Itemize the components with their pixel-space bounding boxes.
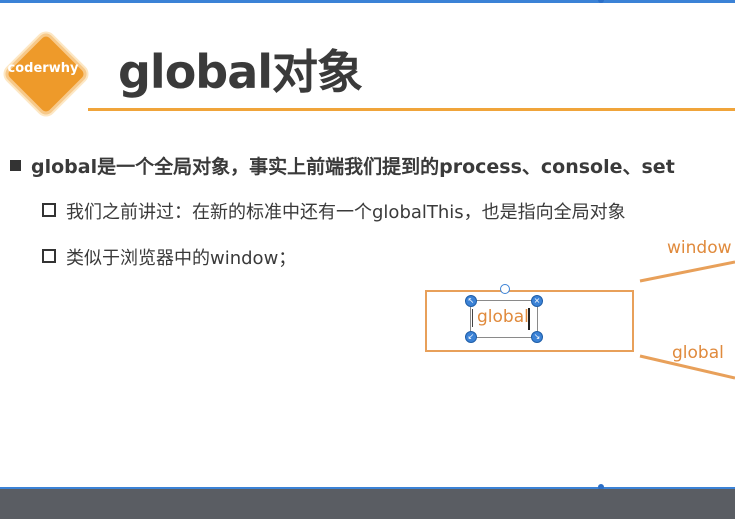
ibeam-cursor-icon: [472, 309, 473, 327]
resize-handle-top-left-icon[interactable]: ↖: [465, 295, 477, 307]
rotate-handle-icon[interactable]: [500, 284, 510, 294]
diagram-lines: [639, 260, 735, 380]
label-window[interactable]: window: [667, 238, 732, 258]
resize-handle-top-right-icon[interactable]: ×: [531, 295, 543, 307]
label-global[interactable]: global: [672, 343, 724, 363]
connector-line-window: [639, 260, 735, 283]
slide-canvas[interactable]: coderwhy global对象 global是一个全局对象，事实上前端我们提…: [0, 0, 735, 489]
resize-handle-bottom-left-icon[interactable]: ↙: [465, 331, 477, 343]
textbox-global[interactable]: global: [477, 307, 529, 327]
text-caret: [528, 308, 530, 330]
bottom-toolbar: [0, 489, 735, 519]
resize-handle-bottom-right-icon[interactable]: ↘: [531, 331, 543, 343]
